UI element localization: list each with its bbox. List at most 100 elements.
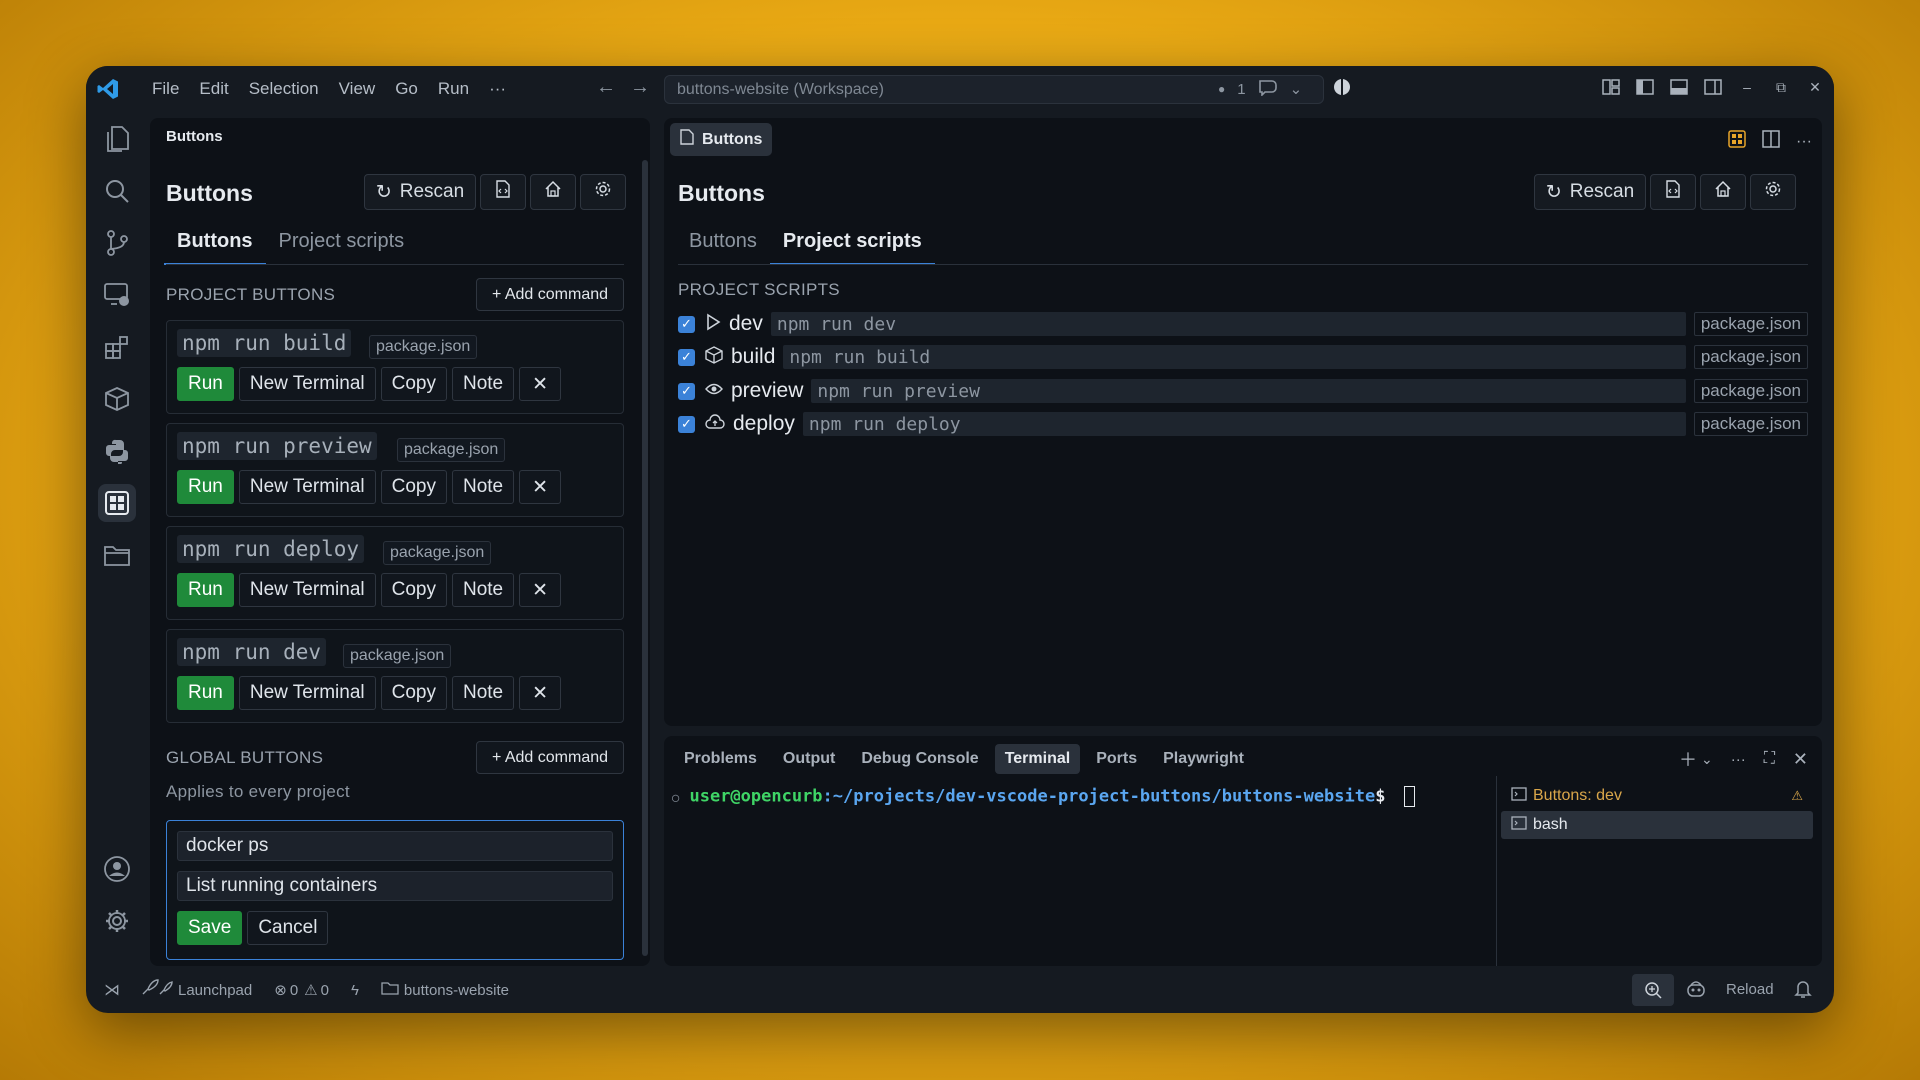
script-checkbox[interactable]: ✓ bbox=[678, 415, 695, 433]
copilot-icon[interactable] bbox=[1332, 77, 1352, 101]
forward-arrow-icon[interactable]: → bbox=[630, 76, 650, 99]
account-icon[interactable] bbox=[98, 850, 136, 888]
copy-button[interactable]: Copy bbox=[380, 676, 447, 710]
tab-playwright[interactable]: Playwright bbox=[1153, 744, 1254, 774]
menu-more[interactable]: ··· bbox=[479, 79, 516, 99]
maximize-panel-icon[interactable]: ⛶ bbox=[1764, 750, 1775, 768]
sidebar-settings-button[interactable] bbox=[580, 174, 626, 210]
editor-tab-buttons[interactable]: Buttons bbox=[670, 123, 773, 156]
save-button[interactable]: Save bbox=[177, 911, 243, 945]
copy-button[interactable]: Copy bbox=[380, 470, 447, 504]
script-checkbox[interactable]: ✓ bbox=[678, 382, 695, 400]
new-terminal-button[interactable]: New Terminal bbox=[238, 367, 376, 401]
cube-icon[interactable] bbox=[98, 380, 136, 418]
new-terminal-button[interactable]: New Terminal bbox=[238, 573, 376, 607]
terminal-output[interactable]: ○ user@opencurb:~/projects/dev-vscode-pr… bbox=[672, 786, 1415, 807]
remove-button[interactable]: ✕ bbox=[519, 676, 562, 710]
extensions-icon[interactable] bbox=[98, 328, 136, 366]
copilot-status-icon[interactable] bbox=[1686, 980, 1706, 1002]
source-control-icon[interactable] bbox=[98, 224, 136, 262]
toggle-panel-icon[interactable] bbox=[1670, 78, 1688, 96]
error-icon[interactable]: ⊗ bbox=[274, 981, 287, 999]
new-terminal-icon[interactable]: ＋ bbox=[1679, 746, 1697, 772]
sidebar-scrollbar[interactable] bbox=[642, 160, 648, 956]
note-button[interactable]: Note bbox=[451, 470, 515, 504]
close-panel-icon[interactable]: ✕ bbox=[1793, 749, 1808, 770]
tab-terminal[interactable]: Terminal bbox=[994, 744, 1081, 774]
terminal-item-buttons-dev[interactable]: Buttons: dev ⚠ bbox=[1501, 782, 1813, 810]
menu-file[interactable]: File bbox=[142, 79, 189, 99]
zoom-icon[interactable] bbox=[1632, 974, 1674, 1006]
warning-icon[interactable]: ⚠ bbox=[304, 981, 317, 999]
notification-count[interactable]: 1 bbox=[1237, 81, 1245, 98]
remote-indicator-icon[interactable]: ⋊ bbox=[104, 980, 120, 1000]
copy-button[interactable]: Copy bbox=[380, 367, 447, 401]
run-button[interactable]: Run bbox=[177, 573, 234, 607]
restore-icon[interactable]: ⧉ bbox=[1772, 78, 1790, 96]
tab-project-scripts[interactable]: Project scripts bbox=[266, 226, 418, 265]
chevron-down-icon[interactable]: ⌄ bbox=[1701, 751, 1713, 768]
remove-button[interactable]: ✕ bbox=[519, 367, 562, 401]
settings-gear-icon[interactable] bbox=[98, 902, 136, 940]
remove-button[interactable]: ✕ bbox=[519, 470, 562, 504]
add-project-command-button[interactable]: + Add command bbox=[476, 278, 624, 311]
editor-open-json-button[interactable] bbox=[1650, 174, 1696, 210]
buttons-view-icon[interactable] bbox=[1728, 130, 1746, 153]
python-icon[interactable] bbox=[98, 432, 136, 470]
cancel-button[interactable]: Cancel bbox=[247, 911, 329, 945]
split-editor-icon[interactable] bbox=[1762, 130, 1780, 153]
toggle-secondary-sidebar-icon[interactable] bbox=[1704, 78, 1722, 96]
sidebar-home-button[interactable] bbox=[530, 174, 576, 210]
tab-project-scripts[interactable]: Project scripts bbox=[769, 226, 935, 265]
more-actions-icon[interactable]: ··· bbox=[1731, 751, 1746, 768]
run-button[interactable]: Run bbox=[177, 470, 234, 504]
script-checkbox[interactable]: ✓ bbox=[678, 315, 695, 333]
bell-icon[interactable] bbox=[1794, 979, 1812, 1003]
copy-button[interactable]: Copy bbox=[380, 573, 447, 607]
editor-settings-button[interactable] bbox=[1750, 174, 1796, 210]
tab-problems[interactable]: Problems bbox=[674, 744, 767, 774]
note-button[interactable]: Note bbox=[451, 367, 515, 401]
new-terminal-button[interactable]: New Terminal bbox=[238, 676, 376, 710]
menu-go[interactable]: Go bbox=[385, 79, 428, 99]
toggle-sidebar-icon[interactable] bbox=[1636, 78, 1654, 96]
menu-selection[interactable]: Selection bbox=[239, 79, 329, 99]
sidebar-rescan-button[interactable]: ↻ Rescan bbox=[364, 174, 476, 210]
note-button[interactable]: Note bbox=[451, 676, 515, 710]
folder-icon[interactable] bbox=[98, 536, 136, 574]
tab-debug-console[interactable]: Debug Console bbox=[851, 744, 988, 774]
sync-icon[interactable] bbox=[1258, 78, 1278, 100]
note-input[interactable]: List running containers bbox=[177, 871, 613, 901]
note-button[interactable]: Note bbox=[451, 573, 515, 607]
sidebar-open-json-button[interactable] bbox=[480, 174, 526, 210]
tab-buttons[interactable]: Buttons bbox=[676, 226, 770, 265]
run-button[interactable]: Run bbox=[177, 367, 234, 401]
lightning-icon[interactable]: ϟ bbox=[351, 982, 359, 999]
add-global-command-button[interactable]: + Add command bbox=[476, 741, 624, 774]
back-arrow-icon[interactable]: ← bbox=[596, 76, 616, 99]
search-icon[interactable] bbox=[98, 172, 136, 210]
customize-layout-icon[interactable] bbox=[1602, 78, 1620, 96]
more-actions-icon[interactable]: ··· bbox=[1796, 133, 1812, 151]
tab-ports[interactable]: Ports bbox=[1086, 744, 1147, 774]
tab-output[interactable]: Output bbox=[773, 744, 845, 774]
folder-icon[interactable] bbox=[381, 981, 399, 999]
folder-name[interactable]: buttons-website bbox=[404, 982, 509, 999]
launchpad-rocket-icon[interactable] bbox=[140, 979, 174, 1001]
command-input[interactable]: docker ps bbox=[177, 831, 613, 861]
script-checkbox[interactable]: ✓ bbox=[678, 348, 695, 366]
explorer-icon[interactable] bbox=[98, 120, 136, 158]
editor-rescan-button[interactable]: ↻ Rescan bbox=[1534, 174, 1646, 210]
menu-run[interactable]: Run bbox=[428, 79, 479, 99]
menu-view[interactable]: View bbox=[329, 79, 386, 99]
chevron-down-icon[interactable]: ⌄ bbox=[1290, 80, 1303, 98]
editor-home-button[interactable] bbox=[1700, 174, 1746, 210]
remove-button[interactable]: ✕ bbox=[519, 573, 562, 607]
terminal-item-bash[interactable]: bash bbox=[1501, 811, 1813, 839]
buttons-extension-icon[interactable] bbox=[98, 484, 136, 522]
tab-buttons[interactable]: Buttons bbox=[164, 226, 266, 265]
menu-edit[interactable]: Edit bbox=[189, 79, 238, 99]
warning-count[interactable]: 0 bbox=[321, 982, 329, 999]
close-window-icon[interactable]: ✕ bbox=[1806, 78, 1824, 96]
reload-button[interactable]: Reload bbox=[1726, 981, 1774, 998]
